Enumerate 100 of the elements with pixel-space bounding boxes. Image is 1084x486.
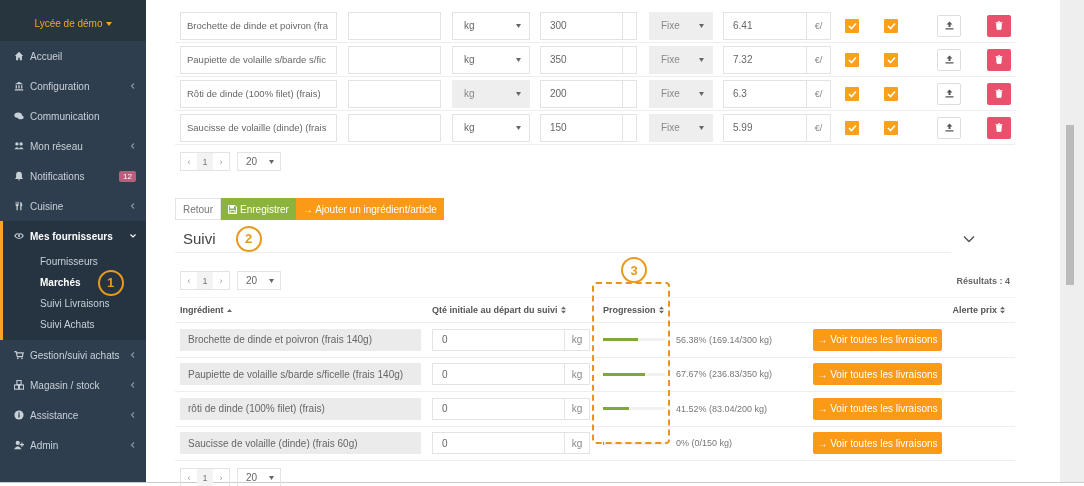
- pagination[interactable]: ‹ 1 ›: [180, 152, 230, 171]
- progress-text: 67.67% (236.83/350 kg): [676, 369, 774, 380]
- chevron-left-icon[interactable]: [130, 142, 136, 150]
- column-header[interactable]: Qté initiale au départ du suivi: [432, 305, 603, 315]
- checkbox[interactable]: [845, 86, 859, 101]
- caret-icon[interactable]: [105, 21, 112, 26]
- caret-icon: [699, 57, 704, 62]
- text-field[interactable]: [348, 11, 441, 40]
- unit-select[interactable]: kg: [452, 45, 530, 74]
- chevron-down-icon[interactable]: [963, 235, 975, 243]
- submenu-item[interactable]: Fournisseurs: [40, 256, 98, 267]
- delete-button[interactable]: [987, 48, 1011, 71]
- caret-icon: [699, 91, 704, 96]
- upload-button[interactable]: [937, 82, 961, 105]
- chevron-left-icon[interactable]: [130, 441, 136, 449]
- caret-icon: [516, 125, 521, 130]
- sort-icon[interactable]: [1000, 306, 1005, 314]
- sidebar-item[interactable]: Notifications: [30, 170, 114, 182]
- sidebar-item[interactable]: Accueil: [30, 50, 136, 62]
- section-title: Suivi: [183, 230, 216, 247]
- eye-icon: [14, 231, 24, 241]
- caret-icon: [516, 57, 521, 62]
- page-size-select[interactable]: 20: [237, 468, 282, 486]
- ingredient-field[interactable]: Rôti de dinde (100% filet) (frais): [180, 79, 337, 108]
- checkbox[interactable]: [884, 52, 898, 67]
- delete-button[interactable]: [987, 82, 1011, 105]
- delete-button[interactable]: [987, 14, 1011, 37]
- page-number[interactable]: 1: [197, 272, 213, 289]
- pagination[interactable]: ‹ 1 ›: [180, 271, 230, 290]
- ingredient-field[interactable]: Brochette de dinde et poivron (fra: [180, 11, 337, 40]
- submenu-item[interactable]: Marchés: [40, 277, 81, 288]
- upload-icon: [944, 123, 954, 132]
- ingredient-field[interactable]: Paupiette de volaille s/barde s/fic: [180, 45, 337, 74]
- chevron-left-icon[interactable]: [130, 351, 136, 359]
- checkbox[interactable]: [884, 86, 898, 101]
- pagination[interactable]: ‹ 1 ›: [180, 468, 230, 486]
- submenu-item[interactable]: Suivi Livraisons: [40, 298, 110, 309]
- upload-button[interactable]: [937, 14, 961, 37]
- sort-ascending-icon[interactable]: [226, 306, 232, 314]
- upload-icon: [944, 55, 954, 64]
- chevron-left-icon[interactable]: [130, 82, 136, 90]
- chevron-left-icon[interactable]: [130, 411, 136, 419]
- sort-icon[interactable]: [560, 306, 566, 314]
- caret-icon: [269, 278, 275, 283]
- ingredient-cell: Saucisse de volaille (dinde) (frais 60g): [180, 432, 421, 455]
- text-field[interactable]: [348, 79, 441, 108]
- cart-icon: [14, 350, 24, 360]
- text-field[interactable]: [348, 45, 441, 74]
- upload-icon: [944, 89, 954, 98]
- unit-select[interactable]: kg: [452, 113, 530, 142]
- sort-icon[interactable]: [658, 306, 664, 314]
- notification-count: 12: [119, 170, 136, 182]
- ingredient-cell: Brochette de dinde et poivron (frais 140g): [180, 328, 421, 351]
- page-number[interactable]: 1: [197, 153, 213, 170]
- ingredient-cell: Paupiette de volaille s/barde s/ficelle (frais 140g): [180, 363, 421, 386]
- column-header[interactable]: Alerte prix: [952, 305, 1005, 315]
- home-icon: [14, 51, 24, 61]
- progress-text: 0% (0/150 kg): [676, 438, 734, 449]
- trash-icon: [995, 89, 1003, 98]
- column-header[interactable]: Ingrédient: [180, 305, 432, 315]
- results-count: Résultats : 4: [956, 275, 1010, 286]
- scrollbar[interactable]: [1066, 125, 1074, 285]
- back-button[interactable]: Retour: [175, 198, 221, 220]
- step-number: 3: [621, 257, 647, 283]
- upload-button[interactable]: [937, 116, 961, 139]
- upload-button[interactable]: [937, 48, 961, 71]
- sidebar-item[interactable]: Admin: [30, 439, 124, 451]
- checkbox[interactable]: [845, 120, 859, 135]
- sidebar-item[interactable]: Mon réseau: [30, 140, 124, 152]
- sidebar-item[interactable]: Assistance: [30, 409, 124, 421]
- school-selector[interactable]: Lycée de démo: [34, 18, 112, 29]
- sidebar-item[interactable]: Cuisine: [30, 200, 124, 212]
- chevron-down-icon[interactable]: [130, 232, 136, 240]
- ingredient-cell: rôti de dinde (100% filet) (frais): [180, 397, 421, 420]
- bank-icon: [14, 81, 24, 91]
- users-icon: [14, 141, 24, 151]
- cutlery-icon: [14, 201, 24, 211]
- sidebar-item[interactable]: Magasin / stock: [30, 379, 124, 391]
- text-field[interactable]: [348, 113, 441, 142]
- chevron-left-icon[interactable]: [130, 381, 136, 389]
- unit-select[interactable]: kg: [452, 11, 530, 40]
- sidebar-item[interactable]: Communication: [30, 110, 136, 122]
- sidebar-item[interactable]: Mes fournisseurs: [30, 230, 124, 242]
- page-size-select[interactable]: 20: [237, 152, 282, 171]
- caret-icon: [516, 91, 521, 96]
- chevron-left-icon[interactable]: [130, 202, 136, 210]
- checkbox[interactable]: [884, 120, 898, 135]
- checkbox[interactable]: [884, 18, 898, 33]
- checkbox[interactable]: [845, 52, 859, 67]
- page-number[interactable]: 1: [197, 469, 213, 486]
- submenu-item[interactable]: Suivi Achats: [40, 319, 95, 330]
- ingredient-field[interactable]: Saucisse de volaille (dinde) (frais: [180, 113, 337, 142]
- trash-icon: [995, 21, 1003, 30]
- sidebar-item[interactable]: Configuration: [30, 80, 124, 92]
- delete-button[interactable]: [987, 116, 1011, 139]
- column-header[interactable]: Progression: [603, 305, 676, 315]
- page-size-select[interactable]: 20: [237, 271, 282, 290]
- checkbox[interactable]: [845, 18, 859, 33]
- upload-icon: [944, 21, 954, 30]
- sidebar-item[interactable]: Gestion/suivi achats: [30, 349, 124, 361]
